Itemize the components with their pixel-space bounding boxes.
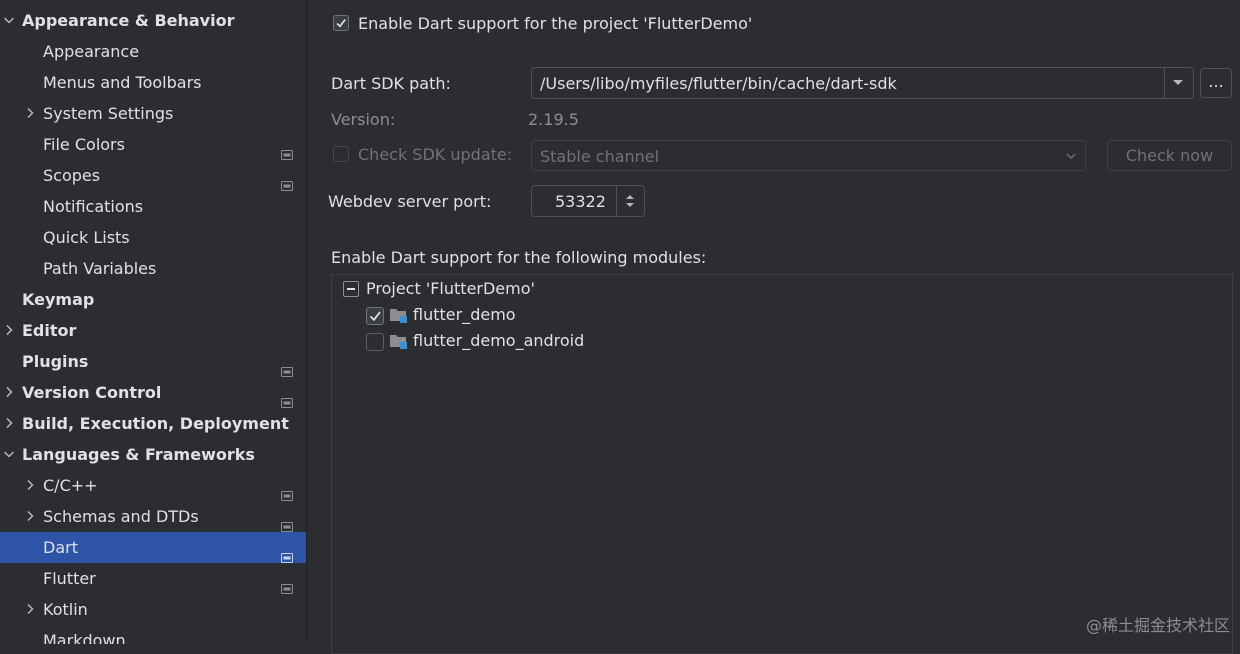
- sidebar-item-label: Dart: [43, 538, 78, 557]
- checkmark-icon: [336, 19, 346, 28]
- browse-sdk-button[interactable]: ...: [1200, 68, 1232, 98]
- sdk-path-value[interactable]: /Users/libo/myfiles/flutter/bin/cache/da…: [540, 74, 897, 93]
- sidebar-item-label: Kotlin: [43, 600, 88, 619]
- sidebar-item-label: Menus and Toolbars: [43, 73, 202, 92]
- project-level-icon: [281, 635, 293, 644]
- project-level-icon: [281, 573, 293, 594]
- sidebar-item-label: Markdown: [43, 631, 126, 644]
- sidebar-item-label: Version Control: [22, 383, 162, 402]
- module-label[interactable]: flutter_demo_android: [413, 331, 584, 350]
- sidebar-item-markdown[interactable]: Markdown: [0, 625, 306, 644]
- project-level-icon: [281, 542, 293, 563]
- modules-tree-panel[interactable]: Project 'FlutterDemo' flutter_demoflutte…: [331, 274, 1233, 654]
- sidebar-item-quick-lists[interactable]: Quick Lists: [0, 222, 306, 253]
- modules-section-label: Enable Dart support for the following mo…: [331, 248, 707, 267]
- browse-button-label: ...: [1208, 72, 1224, 91]
- project-level-icon: [281, 356, 293, 377]
- check-sdk-update-checkbox[interactable]: [333, 146, 349, 162]
- sidebar-item-label: File Colors: [43, 135, 125, 154]
- sidebar-item-label: Appearance & Behavior: [22, 11, 235, 30]
- chevron-right-icon[interactable]: [22, 501, 38, 532]
- chevron-right-icon[interactable]: [22, 98, 38, 129]
- sidebar-item-flutter[interactable]: Flutter: [0, 563, 306, 594]
- sidebar-item-path-variables[interactable]: Path Variables: [0, 253, 306, 284]
- update-channel-value: Stable channel: [540, 147, 660, 166]
- chevron-down-icon[interactable]: [1172, 79, 1184, 87]
- webdev-port-spinner[interactable]: 53322: [531, 185, 645, 217]
- sidebar-item-dart[interactable]: Dart: [0, 532, 306, 563]
- webdev-port-value[interactable]: 53322: [555, 192, 606, 211]
- check-now-button[interactable]: Check now: [1107, 140, 1232, 171]
- sidebar-item-label: Editor: [22, 321, 77, 340]
- enable-dart-checkbox[interactable]: [333, 15, 349, 31]
- sdk-path-combobox[interactable]: /Users/libo/myfiles/flutter/bin/cache/da…: [531, 67, 1194, 99]
- sidebar-item-label: Appearance: [43, 42, 140, 61]
- project-level-icon: [281, 480, 293, 501]
- chevron-down-icon[interactable]: [1, 5, 17, 36]
- enable-dart-label[interactable]: Enable Dart support for the project 'Flu…: [358, 14, 752, 33]
- sidebar-item-system-settings[interactable]: System Settings: [0, 98, 306, 129]
- chevron-right-icon[interactable]: [1, 377, 17, 408]
- sidebar-item-kotlin[interactable]: Kotlin: [0, 594, 306, 625]
- sidebar-item-menus-and-toolbars[interactable]: Menus and Toolbars: [0, 67, 306, 98]
- watermark: @稀土掘金技术社区: [1085, 616, 1230, 635]
- sidebar-item-label: Notifications: [43, 197, 144, 216]
- minus-icon: [347, 288, 355, 290]
- sidebar-item-label: Build, Execution, Deployment: [22, 414, 289, 433]
- chevron-right-icon[interactable]: [22, 594, 38, 625]
- sidebar-item-label: System Settings: [43, 104, 174, 123]
- module-folder-icon: [389, 332, 409, 354]
- check-now-label: Check now: [1125, 146, 1214, 165]
- project-level-icon: [281, 139, 293, 160]
- sidebar-item-schemas-and-dtds[interactable]: Schemas and DTDs: [0, 501, 306, 532]
- sidebar-item-build-execution-deployment[interactable]: Build, Execution, Deployment: [0, 408, 306, 439]
- dart-settings-panel: Enable Dart support for the project 'Flu…: [307, 0, 1240, 654]
- checkmark-icon: [369, 311, 381, 322]
- chevron-down-icon: [1066, 153, 1076, 159]
- module-label[interactable]: flutter_demo: [413, 305, 516, 324]
- combobox-separator: [1164, 68, 1165, 98]
- module-folder-icon: [389, 306, 409, 328]
- chevron-right-icon[interactable]: [22, 470, 38, 501]
- sidebar-item-label: Scopes: [43, 166, 101, 185]
- version-label: Version:: [331, 110, 396, 129]
- sidebar-item-languages-frameworks[interactable]: Languages & Frameworks: [0, 439, 306, 470]
- check-sdk-update-label[interactable]: Check SDK update:: [358, 145, 512, 164]
- sidebar-item-label: Quick Lists: [43, 228, 130, 247]
- sidebar-item-label: Keymap: [22, 290, 95, 309]
- project-tristate-checkbox[interactable]: [343, 281, 359, 297]
- sidebar-item-label: Flutter: [43, 569, 96, 588]
- settings-sidebar: Appearance & Behavior Appearance Menus and…: [0, 0, 306, 644]
- sidebar-item-label: Schemas and DTDs: [43, 507, 199, 526]
- sidebar-item-editor[interactable]: Editor: [0, 315, 306, 346]
- project-level-icon: [281, 511, 293, 532]
- version-value: 2.19.5: [528, 110, 579, 129]
- project-level-icon: [281, 387, 293, 408]
- project-level-icon: [281, 170, 293, 191]
- project-node-label[interactable]: Project 'FlutterDemo': [366, 279, 535, 298]
- spinner-separator: [616, 186, 617, 216]
- sidebar-item-notifications[interactable]: Notifications: [0, 191, 306, 222]
- webdev-port-label: Webdev server port:: [328, 192, 492, 211]
- module-checkbox-flutter-demo-android[interactable]: [366, 333, 384, 351]
- sidebar-item-label: Path Variables: [43, 259, 157, 278]
- sidebar-item-file-colors[interactable]: File Colors: [0, 129, 306, 160]
- sidebar-item-scopes[interactable]: Scopes: [0, 160, 306, 191]
- module-checkbox-flutter-demo[interactable]: [366, 307, 384, 325]
- sidebar-item-label: C/C++: [43, 476, 98, 495]
- sidebar-item-label: Plugins: [22, 352, 89, 371]
- sidebar-item-version-control[interactable]: Version Control: [0, 377, 306, 408]
- sdk-path-label: Dart SDK path:: [331, 74, 451, 93]
- sidebar-item-c-c[interactable]: C/C++: [0, 470, 306, 501]
- update-channel-dropdown[interactable]: Stable channel: [531, 140, 1086, 171]
- chevron-right-icon[interactable]: [1, 315, 17, 346]
- spinner-arrows-icon[interactable]: [624, 193, 636, 209]
- chevron-down-icon[interactable]: [1, 439, 17, 470]
- chevron-right-icon[interactable]: [1, 408, 17, 439]
- sidebar-item-keymap[interactable]: Keymap: [0, 284, 306, 315]
- sidebar-item-plugins[interactable]: Plugins: [0, 346, 306, 377]
- sidebar-item-appearance[interactable]: Appearance: [0, 36, 306, 67]
- sidebar-item-label: Languages & Frameworks: [22, 445, 255, 464]
- sidebar-item-appearance-behavior[interactable]: Appearance & Behavior: [0, 5, 306, 36]
